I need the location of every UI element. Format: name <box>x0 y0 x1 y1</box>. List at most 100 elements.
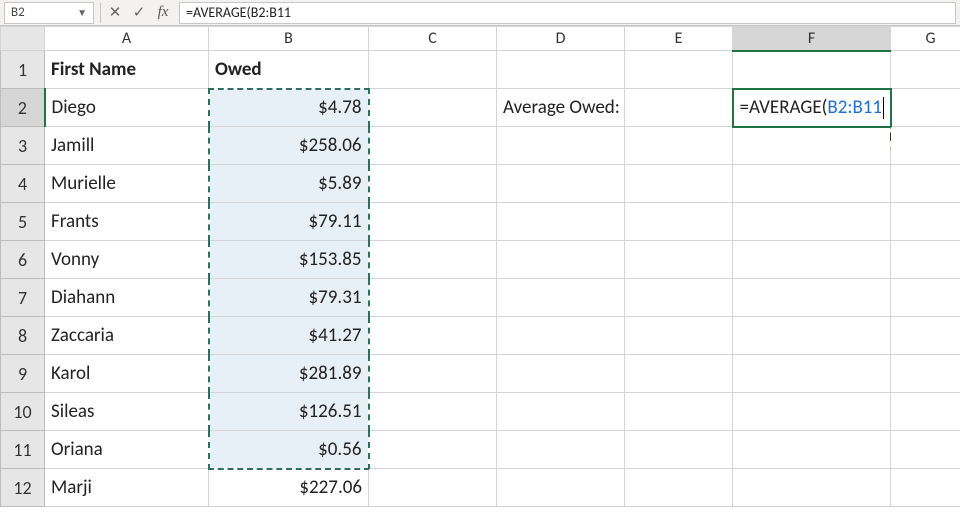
cell-D2[interactable]: Average Owed: <box>497 89 625 127</box>
cell-D1[interactable] <box>497 51 625 89</box>
cell-C10[interactable] <box>369 393 497 431</box>
row-header[interactable]: 7 <box>1 279 45 317</box>
cell-C7[interactable] <box>369 279 497 317</box>
cell-G1[interactable] <box>891 51 960 89</box>
cell-E8[interactable] <box>625 317 733 355</box>
formula-input[interactable]: =AVERAGE(B2:B11 <box>179 2 956 24</box>
cell-F9[interactable] <box>733 355 891 393</box>
cell-F3[interactable] <box>733 127 891 165</box>
cell-B11[interactable]: $0.56 <box>209 431 369 469</box>
spreadsheet-grid[interactable]: A B C D E F G 1 First Name Owed 2 Diego … <box>0 26 960 507</box>
select-all-corner[interactable] <box>1 27 45 51</box>
cell-G6[interactable] <box>891 241 960 279</box>
cell-G4[interactable] <box>891 165 960 203</box>
cell-B10[interactable]: $126.51 <box>209 393 369 431</box>
row-header[interactable]: 12 <box>1 469 45 507</box>
cell-B2[interactable]: $4.78 <box>209 89 369 127</box>
cell-A10[interactable]: Sileas <box>45 393 209 431</box>
cell-E2[interactable] <box>625 89 733 127</box>
cell-C4[interactable] <box>369 165 497 203</box>
cell-E6[interactable] <box>625 241 733 279</box>
cell-D8[interactable] <box>497 317 625 355</box>
cell-E7[interactable] <box>625 279 733 317</box>
cell-D3[interactable] <box>497 127 625 165</box>
cell-A5[interactable]: Frants <box>45 203 209 241</box>
cell-F1[interactable] <box>733 51 891 89</box>
cell-C1[interactable] <box>369 51 497 89</box>
cell-E9[interactable] <box>625 355 733 393</box>
name-box[interactable]: B2 ▼ <box>4 2 94 24</box>
cell-G8[interactable] <box>891 317 960 355</box>
cell-A11[interactable]: Oriana <box>45 431 209 469</box>
cell-B4[interactable]: $5.89 <box>209 165 369 203</box>
cell-F5[interactable] <box>733 203 891 241</box>
cell-C5[interactable] <box>369 203 497 241</box>
cell-B8[interactable]: $41.27 <box>209 317 369 355</box>
cell-E5[interactable] <box>625 203 733 241</box>
cancel-formula-icon[interactable]: ✕ <box>103 2 127 24</box>
cell-E4[interactable] <box>625 165 733 203</box>
cell-B9[interactable]: $281.89 <box>209 355 369 393</box>
cell-E3[interactable] <box>625 127 733 165</box>
cell-A7[interactable]: Diahann <box>45 279 209 317</box>
row-header[interactable]: 5 <box>1 203 45 241</box>
cell-B5[interactable]: $79.11 <box>209 203 369 241</box>
col-header-F[interactable]: F <box>733 27 891 51</box>
cell-D12[interactable] <box>497 469 625 507</box>
col-header-B[interactable]: B <box>209 27 369 51</box>
cell-D10[interactable] <box>497 393 625 431</box>
cell-D9[interactable] <box>497 355 625 393</box>
cell-A2[interactable]: Diego <box>45 89 209 127</box>
cell-A4[interactable]: Murielle <box>45 165 209 203</box>
col-header-E[interactable]: E <box>625 27 733 51</box>
cell-F4[interactable] <box>733 165 891 203</box>
cell-C12[interactable] <box>369 469 497 507</box>
row-header[interactable]: 1 <box>1 51 45 89</box>
row-header[interactable]: 3 <box>1 127 45 165</box>
cell-F11[interactable] <box>733 431 891 469</box>
cell-D7[interactable] <box>497 279 625 317</box>
cell-G2[interactable] <box>891 89 960 127</box>
col-header-A[interactable]: A <box>45 27 209 51</box>
cell-F10[interactable] <box>733 393 891 431</box>
cell-E11[interactable] <box>625 431 733 469</box>
cell-F2-editing[interactable]: =AVERAGE(B2:B11 AVERAGE(number1, [number… <box>733 89 891 127</box>
cell-F8[interactable] <box>733 317 891 355</box>
accept-formula-icon[interactable]: ✓ <box>127 2 151 24</box>
cell-D11[interactable] <box>497 431 625 469</box>
cell-B3[interactable]: $258.06 <box>209 127 369 165</box>
cell-B12[interactable]: $227.06 <box>209 469 369 507</box>
cell-G10[interactable] <box>891 393 960 431</box>
cell-D5[interactable] <box>497 203 625 241</box>
row-header[interactable]: 10 <box>1 393 45 431</box>
cell-C8[interactable] <box>369 317 497 355</box>
cell-A9[interactable]: Karol <box>45 355 209 393</box>
cell-A1[interactable]: First Name <box>45 51 209 89</box>
row-header[interactable]: 2 <box>1 89 45 127</box>
fx-icon[interactable]: fx <box>151 2 175 24</box>
cell-C3[interactable] <box>369 127 497 165</box>
cell-F6[interactable] <box>733 241 891 279</box>
cell-E1[interactable] <box>625 51 733 89</box>
cell-G5[interactable] <box>891 203 960 241</box>
cell-G11[interactable] <box>891 431 960 469</box>
cell-E12[interactable] <box>625 469 733 507</box>
cell-A12[interactable]: Marji <box>45 469 209 507</box>
cell-A3[interactable]: Jamill <box>45 127 209 165</box>
cell-F7[interactable] <box>733 279 891 317</box>
col-header-D[interactable]: D <box>497 27 625 51</box>
cell-G7[interactable] <box>891 279 960 317</box>
cell-C11[interactable] <box>369 431 497 469</box>
cell-G12[interactable] <box>891 469 960 507</box>
chevron-down-icon[interactable]: ▼ <box>77 6 87 19</box>
cell-A6[interactable]: Vonny <box>45 241 209 279</box>
cell-B6[interactable]: $153.85 <box>209 241 369 279</box>
row-header[interactable]: 4 <box>1 165 45 203</box>
cell-B7[interactable]: $79.31 <box>209 279 369 317</box>
cell-A8[interactable]: Zaccaria <box>45 317 209 355</box>
cell-G3[interactable] <box>891 127 960 165</box>
cell-C2[interactable] <box>369 89 497 127</box>
row-header[interactable]: 11 <box>1 431 45 469</box>
row-header[interactable]: 6 <box>1 241 45 279</box>
cell-C6[interactable] <box>369 241 497 279</box>
